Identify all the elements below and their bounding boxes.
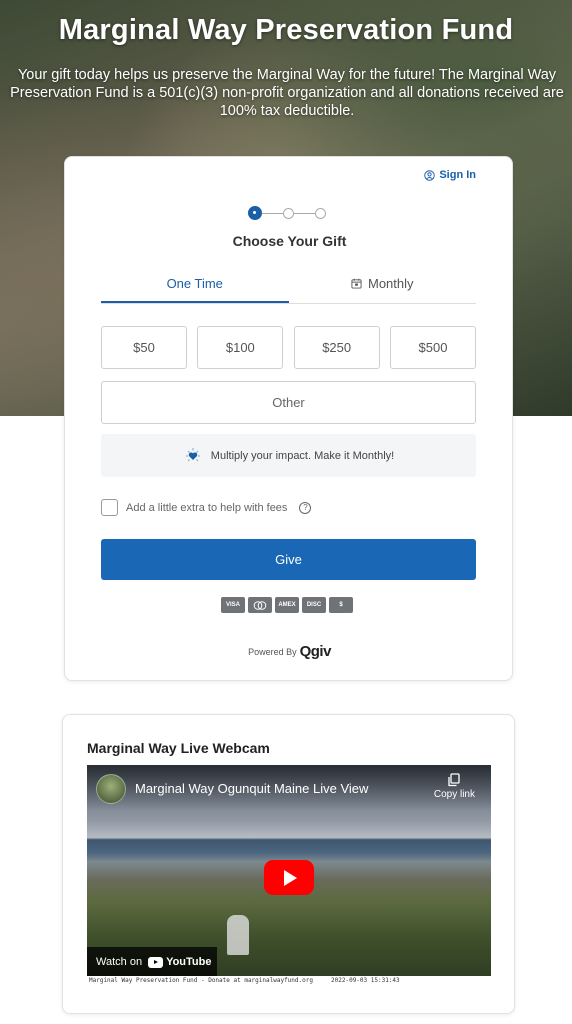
copy-link-button[interactable]: Copy link xyxy=(434,773,475,800)
youtube-embed[interactable]: Marginal Way Ogunquit Maine Live View Co… xyxy=(87,765,491,985)
video-title[interactable]: Marginal Way Ogunquit Maine Live View xyxy=(135,781,368,796)
visa-icon: VISA xyxy=(221,597,245,613)
amount-button-250[interactable]: $250 xyxy=(293,326,380,369)
youtube-logo: YouTube xyxy=(148,956,211,968)
amount-button-500[interactable]: $500 xyxy=(389,326,476,369)
webcam-card: Marginal Way Live Webcam Marginal Way Og… xyxy=(62,714,515,1014)
play-button[interactable] xyxy=(264,860,314,895)
monthly-promo-banner: Multiply your impact. Make it Monthly! xyxy=(101,434,476,477)
step-title: Choose Your Gift xyxy=(232,233,347,249)
powered-by-label: Powered By xyxy=(248,646,297,657)
webcam-ticker: Marginal Way Preservation Fund - Donate … xyxy=(87,976,491,985)
progress-stepper xyxy=(248,206,326,220)
tab-monthly[interactable]: Monthly xyxy=(289,269,477,303)
amex-icon: AMEX xyxy=(275,597,299,613)
payment-methods: VISA AMEX DISC $ xyxy=(221,597,353,613)
discover-icon: DISC xyxy=(302,597,326,613)
step-2-dot xyxy=(283,207,294,219)
other-amount-field[interactable]: Other xyxy=(101,381,476,424)
watch-on-youtube-button[interactable]: Watch on YouTube xyxy=(87,947,217,977)
copy-icon xyxy=(448,773,461,787)
page-title: Marginal Way Preservation Fund xyxy=(58,14,514,46)
cover-fees-option: Add a little extra to help with fees ? xyxy=(101,499,312,516)
donation-form-card: Sign In Choose Your Gift One Time Monthl… xyxy=(64,156,513,681)
mastercard-icon xyxy=(248,597,272,613)
webcam-title: Marginal Way Live Webcam xyxy=(87,740,270,756)
frequency-tabs: One Time Monthly xyxy=(101,269,476,304)
promo-text: Multiply your impact. Make it Monthly! xyxy=(210,449,395,462)
ach-icon: $ xyxy=(329,597,353,613)
youtube-play-icon xyxy=(148,956,164,968)
step-connector xyxy=(294,212,315,214)
sign-in-link[interactable]: Sign In xyxy=(424,169,476,181)
calendar-icon xyxy=(351,278,362,289)
powered-by: Powered By Qgiv xyxy=(65,643,514,660)
qgiv-logo: Qgiv xyxy=(299,643,332,660)
tab-label: One Time xyxy=(166,276,223,291)
watch-on-label: Watch on xyxy=(96,956,143,968)
user-circle-icon xyxy=(424,169,436,181)
copy-link-label: Copy link xyxy=(433,789,475,800)
amount-button-100[interactable]: $100 xyxy=(197,326,284,369)
channel-avatar[interactable] xyxy=(96,774,126,804)
youtube-wordmark: YouTube xyxy=(166,956,212,968)
cover-fees-label: Add a little extra to help with fees xyxy=(126,501,288,514)
tab-label: Monthly xyxy=(367,276,414,291)
heart-sparkle-icon xyxy=(185,447,200,461)
step-connector xyxy=(262,212,283,214)
help-icon[interactable]: ? xyxy=(299,501,312,514)
amount-button-50[interactable]: $50 xyxy=(101,326,187,369)
cover-fees-checkbox[interactable] xyxy=(101,499,118,516)
hero-description: Your gift today helps us preserve the Ma… xyxy=(10,67,564,119)
give-button[interactable]: Give xyxy=(101,539,476,580)
step-1-dot xyxy=(248,206,262,220)
step-3-dot xyxy=(315,207,326,219)
sign-in-label: Sign In xyxy=(439,169,476,181)
video-scene-person xyxy=(227,915,249,955)
tab-one-time[interactable]: One Time xyxy=(101,269,289,303)
amount-options: $50 $100 $250 $500 xyxy=(101,326,476,369)
